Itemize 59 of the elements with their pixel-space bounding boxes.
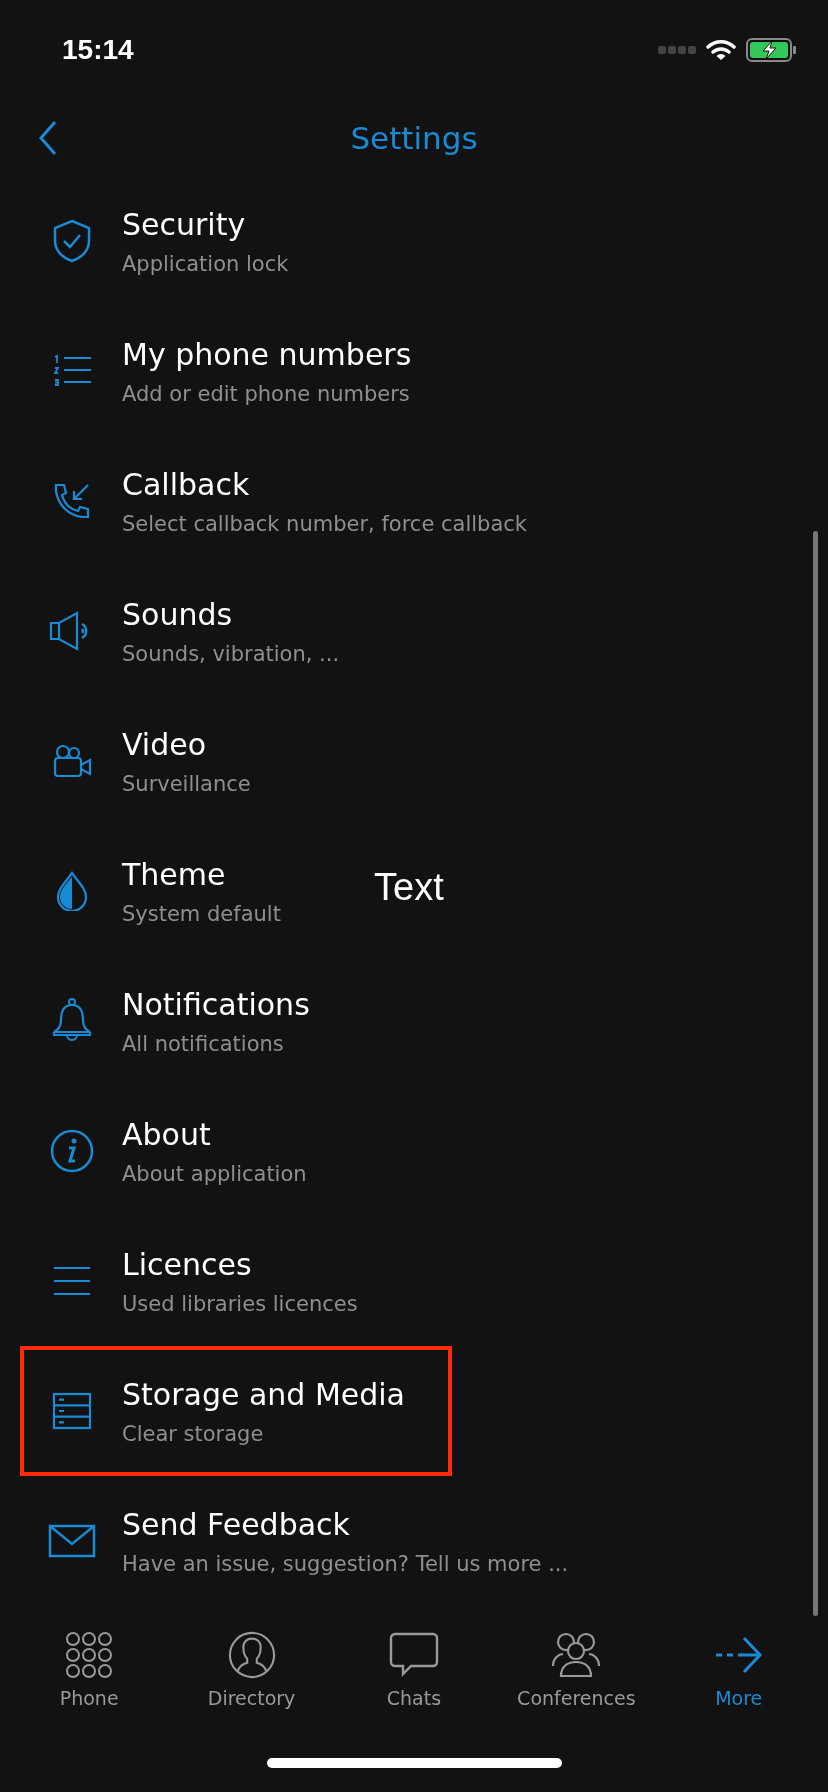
numbered-list-icon <box>52 354 92 388</box>
envelope-icon <box>48 1524 96 1558</box>
item-title: Notifications <box>122 986 310 1022</box>
settings-item[interactable]: Licences Used libraries licences <box>20 1216 386 1346</box>
item-subtitle: Clear storage <box>122 1421 265 1446</box>
settings-item[interactable]: About About application <box>20 1086 335 1216</box>
shield-check-icon <box>52 219 92 263</box>
signal-icon <box>658 45 696 55</box>
status-time: 15:14 <box>62 34 134 66</box>
settings-item[interactable]: Theme System default <box>20 826 309 956</box>
settings-item[interactable]: Storage and Media Clear storage <box>20 1346 452 1476</box>
item-subtitle: Have an issue, suggestion? Tell us more ... <box>122 1551 569 1576</box>
item-title: My phone numbers <box>122 336 412 372</box>
item-subtitle: System default <box>122 901 281 926</box>
tab[interactable]: Directory <box>176 1631 327 1709</box>
settings-item[interactable]: Send Feedback Have an issue, suggestion? Tell us more ... <box>20 1476 597 1606</box>
nav-title: Settings <box>350 120 478 156</box>
wifi-icon <box>706 39 736 61</box>
settings-item[interactable]: My phone numbers Add or edit phone numbers <box>20 306 440 436</box>
phone-arrow-icon <box>52 481 92 521</box>
item-title: Theme <box>122 856 227 892</box>
item-subtitle: All notifications <box>122 1031 285 1056</box>
settings-item[interactable]: Notifications All notifications <box>20 956 338 1086</box>
battery-icon <box>746 38 796 62</box>
item-subtitle: Used libraries licences <box>122 1291 358 1316</box>
item-title: Callback <box>122 466 251 502</box>
group-icon <box>551 1631 602 1679</box>
video-camera-icon <box>52 743 92 779</box>
settings-item[interactable]: Security Application lock <box>20 176 317 306</box>
lines-icon <box>52 1266 92 1296</box>
item-title: Send Feedback <box>122 1506 351 1542</box>
item-subtitle: Application lock <box>122 251 289 276</box>
item-title: About <box>122 1116 212 1152</box>
item-subtitle: About application <box>122 1161 307 1186</box>
server-rack-icon <box>52 1392 92 1430</box>
person-circle-icon <box>226 1631 277 1679</box>
chat-bubble-icon <box>388 1631 439 1679</box>
bell-icon <box>52 998 92 1044</box>
item-title: Video <box>122 726 208 762</box>
item-title: Storage and Media <box>122 1376 405 1412</box>
settings-item[interactable]: Video Surveillance <box>20 696 279 826</box>
item-subtitle: Surveillance <box>122 771 251 796</box>
tab[interactable]: More <box>663 1631 814 1709</box>
item-title: Licences <box>122 1246 253 1282</box>
item-title: Security <box>122 206 247 242</box>
tab[interactable]: Conferences <box>501 1631 652 1709</box>
drop-icon <box>55 871 89 911</box>
item-title: Sounds <box>122 596 234 632</box>
keypad-icon <box>65 1631 114 1679</box>
overlay-label: Text <box>374 866 444 909</box>
tab[interactable]: Phone <box>14 1631 165 1709</box>
back-icon[interactable] <box>38 120 58 156</box>
item-subtitle: Add or edit phone numbers <box>122 381 411 406</box>
item-subtitle: Sounds, vibration, ... <box>122 641 340 666</box>
info-icon <box>50 1129 94 1173</box>
tab[interactable]: Chats <box>338 1631 489 1709</box>
item-subtitle: Select callback number, force callback <box>122 511 527 536</box>
settings-item[interactable]: Sounds Sounds, vibration, ... <box>20 566 368 696</box>
settings-item[interactable]: Callback Select callback number, force callback <box>20 436 555 566</box>
